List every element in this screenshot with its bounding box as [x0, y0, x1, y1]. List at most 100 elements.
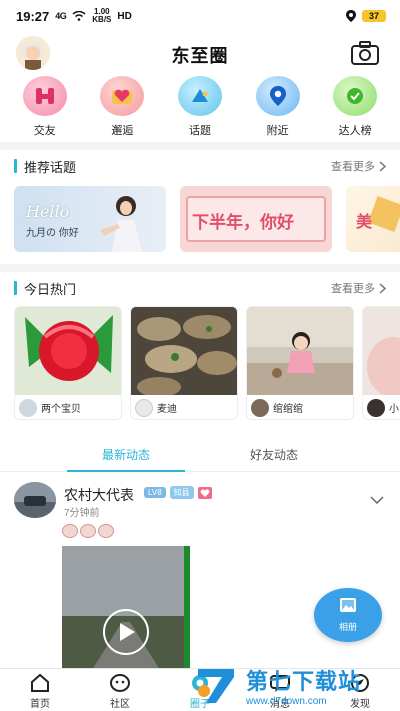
- heart-icon: [100, 76, 145, 116]
- recommended-topics-header: 推荐话题 查看更多: [0, 151, 400, 181]
- section-title: 推荐话题: [24, 159, 77, 175]
- quick-nav-friends[interactable]: 交友: [13, 76, 77, 140]
- section-title-wrap: 推荐话题: [14, 157, 76, 176]
- section-title-wrap: 今日热门: [14, 279, 76, 298]
- section-divider: [0, 264, 400, 272]
- avatar-image: [16, 36, 50, 70]
- status-bar: 19:27 4G 1.00 KB/S HD 37: [0, 0, 400, 32]
- post-options-button[interactable]: [370, 492, 384, 505]
- community-icon: [110, 674, 130, 692]
- hot-card-avatar: [19, 398, 37, 417]
- topic-card[interactable]: Hello 九月の 你好: [14, 186, 166, 252]
- hot-card[interactable]: 小: [362, 306, 400, 420]
- topic-card-caption: 九月の 你好: [26, 228, 79, 239]
- topic-carousel: Hello 九月の 你好 下半年，你好 美: [14, 186, 400, 254]
- watermark-title: 第七下载站: [246, 668, 362, 694]
- emoji-sticker: [62, 524, 78, 538]
- hot-card-name: 小: [389, 404, 399, 415]
- hot-today-header: 今日热门 查看更多: [0, 273, 400, 303]
- post-author-avatar[interactable]: [14, 482, 56, 518]
- section-divider: [0, 142, 400, 150]
- tab-friends[interactable]: 好友动态: [215, 436, 333, 472]
- wifi-icon: [72, 11, 86, 21]
- watermark-text: 第七下载站 www.d7down.com: [246, 664, 361, 707]
- section-accent-bar: [14, 159, 17, 173]
- hot-card-image: [131, 307, 237, 395]
- status-left: 19:27 4G 1.00 KB/S HD: [16, 8, 132, 24]
- nav-label: 社区: [110, 699, 130, 710]
- hot-card-avatar: [251, 398, 269, 417]
- quick-nav-leaderboard[interactable]: 达人榜: [323, 76, 387, 140]
- hot-card[interactable]: 两个宝贝: [14, 306, 122, 420]
- quick-nav-label: 附近: [266, 125, 289, 137]
- nav-home[interactable]: 首页: [10, 669, 70, 711]
- battery-indicator: 37: [362, 10, 386, 22]
- heart-badge-icon: [197, 486, 212, 499]
- camera-button[interactable]: [350, 40, 380, 68]
- tab-latest[interactable]: 最新动态: [67, 436, 185, 472]
- page-title: 东至圈: [171, 46, 229, 66]
- nav-label: 首页: [30, 699, 50, 710]
- watermark-url: www.d7down.com: [246, 695, 327, 707]
- hot-card-name: 麦迪: [157, 404, 177, 415]
- title-badge: 知县: [169, 486, 194, 499]
- hot-card-footer: 绾绾绾: [247, 395, 353, 419]
- hot-card-image: [247, 307, 353, 395]
- status-right: 37: [346, 10, 386, 22]
- network-speed-unit: KB/S: [92, 15, 112, 24]
- feed-post: 农村大代表 LV8 知县 7分钟前: [0, 480, 400, 670]
- nav-community[interactable]: 社区: [90, 669, 150, 711]
- topic-card-caption: 美: [356, 214, 373, 231]
- user-avatar[interactable]: [16, 36, 50, 70]
- level-badge: LV8: [144, 487, 166, 498]
- hot-card[interactable]: 绾绾绾: [246, 306, 354, 420]
- network-speed: 1.00 KB/S: [92, 8, 111, 24]
- feed-tabs: 最新动态 好友动态: [0, 436, 400, 472]
- quick-nav-label: 话题: [188, 125, 211, 137]
- topic-card-image: [368, 196, 400, 232]
- chevron-down-icon: [370, 496, 384, 505]
- quick-nav-label: 交友: [33, 125, 56, 137]
- emoji-sticker: [80, 524, 96, 538]
- section-title: 今日热门: [24, 281, 77, 297]
- chevron-right-icon: [379, 160, 386, 172]
- home-icon: [31, 673, 49, 692]
- quick-nav-encounter[interactable]: 邂逅: [90, 76, 154, 140]
- watermark-logo: [198, 669, 234, 703]
- location-icon: [255, 76, 300, 116]
- topic-icon: [177, 76, 222, 116]
- hot-card-footer: 小: [363, 395, 400, 419]
- post-badges: LV8 知县: [144, 486, 212, 499]
- camera-icon: [351, 41, 379, 65]
- topic-card-caption: 下半年，你好: [192, 213, 294, 232]
- topic-card[interactable]: 美: [346, 186, 400, 252]
- hot-card-image: [363, 307, 400, 395]
- quick-nav-label: 邂逅: [111, 125, 134, 137]
- topic-card[interactable]: 下半年，你好: [180, 186, 332, 252]
- quick-nav-label: 达人榜: [338, 125, 372, 137]
- hot-card-image: [15, 307, 121, 395]
- quick-nav-nearby[interactable]: 附近: [246, 76, 310, 140]
- hot-today-more-link[interactable]: 查看更多: [331, 280, 386, 296]
- hot-card[interactable]: 麦迪: [130, 306, 238, 420]
- hot-card-avatar: [367, 398, 385, 417]
- hd-indicator: HD: [117, 10, 132, 22]
- quick-nav: 交友 邂逅 话题 附近 达人榜: [0, 76, 400, 140]
- topic-card-script: Hello: [26, 202, 70, 221]
- site-watermark: 第七下载站 www.d7down.com: [194, 663, 394, 707]
- status-time: 19:27: [16, 8, 50, 24]
- hot-carousel: 两个宝贝 麦迪 绾绾绾 小: [14, 306, 400, 422]
- signal-indicator: 4G: [55, 11, 67, 21]
- post-author-name[interactable]: 农村大代表: [64, 485, 134, 505]
- app-header: 东至圈: [0, 32, 400, 78]
- hot-card-footer: 两个宝贝: [15, 395, 121, 419]
- friends-icon: [22, 76, 67, 116]
- post-video[interactable]: [62, 546, 190, 670]
- recommended-topics-more-link[interactable]: 查看更多: [331, 158, 386, 174]
- album-button[interactable]: 相册: [314, 588, 382, 642]
- hot-card-avatar: [135, 398, 153, 417]
- leaderboard-icon: [333, 76, 378, 116]
- quick-nav-topics[interactable]: 话题: [168, 76, 232, 140]
- hot-card-name: 两个宝贝: [41, 404, 81, 415]
- post-time: 7分钟前: [64, 508, 100, 519]
